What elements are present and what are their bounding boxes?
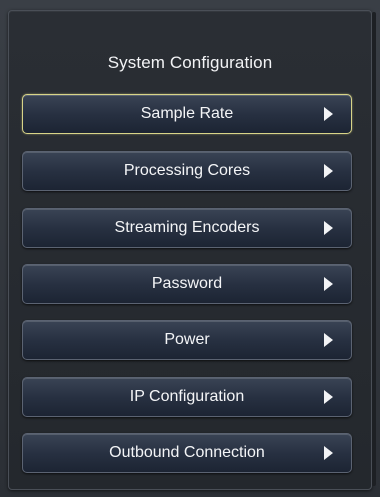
menu-button-label: Power bbox=[164, 331, 210, 348]
window-frame: System Configuration Sample Rate Process… bbox=[0, 0, 380, 497]
arrow-right-icon bbox=[324, 277, 333, 291]
arrow-right-icon bbox=[324, 164, 333, 178]
scrollbar[interactable] bbox=[372, 12, 376, 486]
streaming-encoders-button[interactable]: Streaming Encoders bbox=[22, 208, 352, 248]
menu-button-label: Password bbox=[151, 275, 223, 292]
system-configuration-panel: System Configuration bbox=[8, 10, 372, 490]
panel-title: System Configuration bbox=[107, 53, 273, 72]
menu-button-label: Outbound Connection bbox=[109, 444, 265, 461]
processing-cores-button[interactable]: Processing Cores bbox=[22, 151, 352, 191]
arrow-right-icon bbox=[324, 107, 333, 121]
password-button[interactable]: Password bbox=[22, 264, 352, 304]
power-button[interactable]: Power bbox=[22, 320, 352, 360]
arrow-right-icon bbox=[324, 390, 333, 404]
arrow-right-icon bbox=[324, 221, 333, 235]
ip-configuration-button[interactable]: IP Configuration bbox=[22, 377, 352, 417]
menu-button-label: Processing Cores bbox=[123, 162, 251, 179]
arrow-right-icon bbox=[324, 333, 333, 347]
menu-button-label: Sample Rate bbox=[140, 105, 234, 122]
sample-rate-button[interactable]: Sample Rate bbox=[22, 94, 352, 134]
menu-button-label: Streaming Encoders bbox=[114, 219, 260, 236]
menu-button-label: IP Configuration bbox=[129, 388, 245, 405]
arrow-right-icon bbox=[324, 446, 333, 460]
outbound-connection-button[interactable]: Outbound Connection bbox=[22, 433, 352, 473]
